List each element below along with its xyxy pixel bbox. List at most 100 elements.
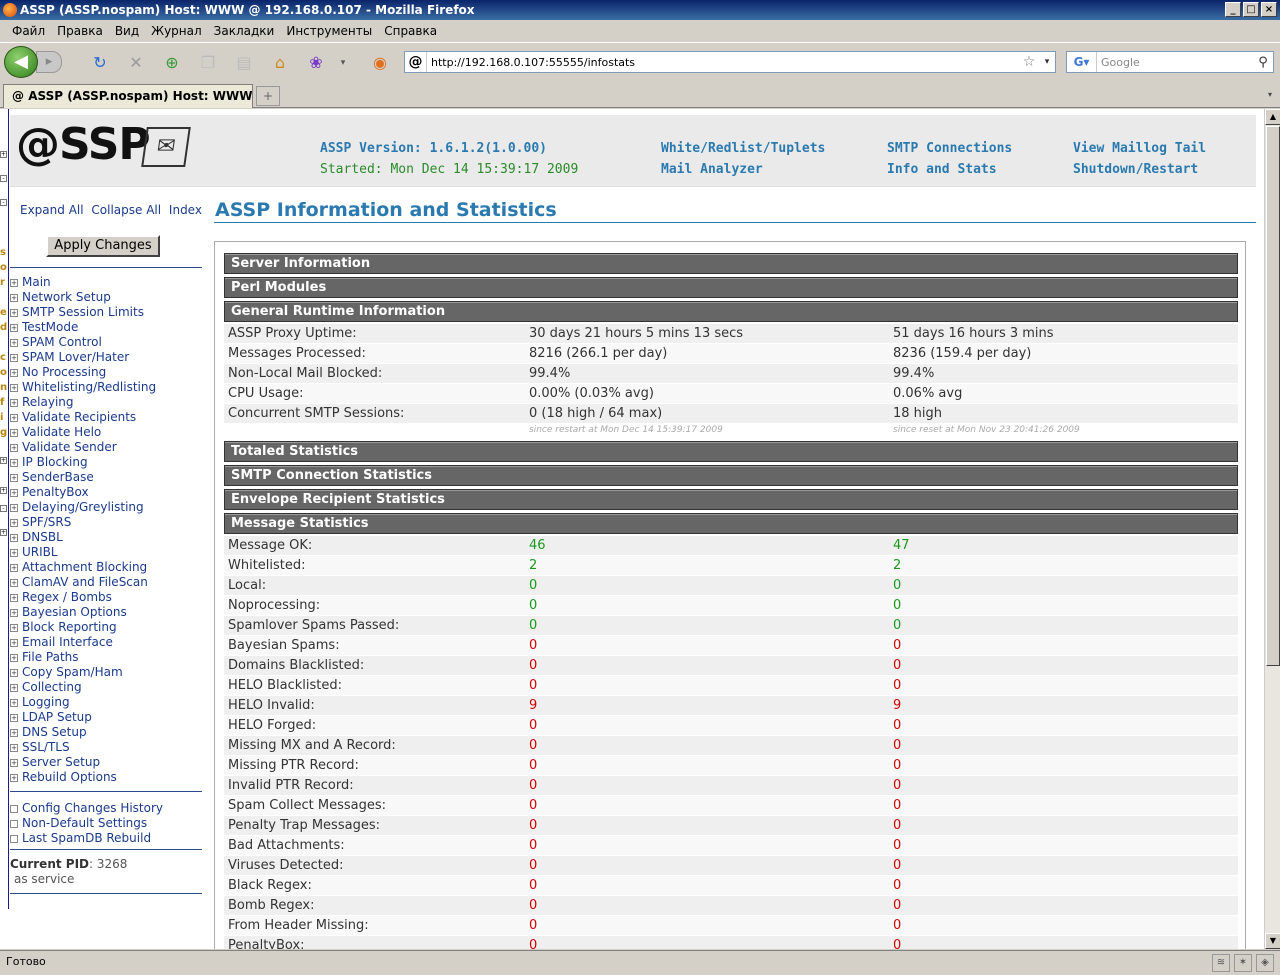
section-smtp-connection-statistics[interactable]: SMTP Connection Statistics <box>224 465 1238 486</box>
index-link[interactable]: Index <box>169 203 202 217</box>
bookmark-star-icon[interactable]: ☆ <box>1019 54 1039 70</box>
new-tab-button[interactable]: + <box>256 86 280 106</box>
nav-item-collecting[interactable]: + Collecting <box>10 680 156 695</box>
nav-item-validate-recipients[interactable]: + Validate Recipients <box>10 410 156 425</box>
expand-icon[interactable]: + <box>10 518 18 527</box>
nav-item-attachment-blocking[interactable]: + Attachment Blocking <box>10 560 156 575</box>
site-identity-icon[interactable]: @ <box>405 52 427 72</box>
expand-icon[interactable]: + <box>10 653 18 662</box>
expand-icon[interactable]: + <box>10 293 18 302</box>
paste-icon[interactable]: ▤ <box>234 53 254 73</box>
addon-dropdown-icon[interactable]: ▾ <box>336 53 350 73</box>
nav-item-bayesian-options[interactable]: + Bayesian Options <box>10 605 156 620</box>
search-engine-icon[interactable]: G▾ <box>1067 52 1097 72</box>
nav-item-ssl-tls[interactable]: + SSL/TLS <box>10 740 156 755</box>
info-status-icon[interactable]: ◈ <box>1256 954 1274 972</box>
back-button[interactable]: ◀ <box>4 46 38 78</box>
menu-view[interactable]: Вид <box>109 24 145 38</box>
non-default-settings-link[interactable]: Non-Default Settings <box>10 816 163 831</box>
expand-icon[interactable]: + <box>10 413 18 422</box>
apply-changes-button[interactable]: Apply Changes <box>46 235 160 257</box>
section-message-statistics[interactable]: Message Statistics <box>224 513 1238 534</box>
nav-item-server-setup[interactable]: + Server Setup <box>10 755 156 770</box>
nav-item-dnsbl[interactable]: + DNSBL <box>10 530 156 545</box>
collapse-all-link[interactable]: Collapse All <box>91 203 161 217</box>
expand-icon[interactable]: + <box>10 308 18 317</box>
url-bar[interactable]: @ http://192.168.0.107:55555/infostats ☆… <box>404 51 1056 73</box>
section-perl-modules[interactable]: Perl Modules <box>224 277 1238 298</box>
config-changes-history-link[interactable]: Config Changes History <box>10 801 163 816</box>
nav-item-validate-helo[interactable]: + Validate Helo <box>10 425 156 440</box>
nav-item-uribl[interactable]: + URIBL <box>10 545 156 560</box>
scroll-thumb[interactable] <box>1266 126 1280 666</box>
url-dropdown-icon[interactable]: ▾ <box>1039 57 1055 67</box>
nav-item-no-processing[interactable]: + No Processing <box>10 365 156 380</box>
addon-status-icon[interactable]: ✶ <box>1234 954 1252 972</box>
expand-icon[interactable]: + <box>10 608 18 617</box>
nav-item-block-reporting[interactable]: + Block Reporting <box>10 620 156 635</box>
expand-icon[interactable]: + <box>10 488 18 497</box>
vertical-scrollbar[interactable]: ▲ ▼ <box>1264 109 1280 949</box>
nav-item-dns-setup[interactable]: + DNS Setup <box>10 725 156 740</box>
expand-icon[interactable]: + <box>10 443 18 452</box>
search-icon[interactable]: ⚲ <box>1253 55 1273 70</box>
expand-icon[interactable]: + <box>10 353 18 362</box>
forward-button[interactable]: ▸ <box>36 51 62 73</box>
expand-icon[interactable]: + <box>10 323 18 332</box>
scroll-up-icon[interactable]: ▲ <box>1265 109 1280 125</box>
home-icon[interactable]: ⌂ <box>270 53 290 73</box>
expand-icon[interactable]: + <box>10 533 18 542</box>
expand-icon[interactable]: + <box>10 683 18 692</box>
rss-icon[interactable]: ◉ <box>370 53 390 73</box>
url-text[interactable]: http://192.168.0.107:55555/infostats <box>427 56 1019 69</box>
nav-item-main[interactable]: + Main <box>10 275 156 290</box>
nav-item-file-paths[interactable]: + File Paths <box>10 650 156 665</box>
menu-edit[interactable]: Правка <box>51 24 109 38</box>
nav-item-validate-sender[interactable]: + Validate Sender <box>10 440 156 455</box>
nav-item-senderbase[interactable]: + SenderBase <box>10 470 156 485</box>
minimize-button[interactable]: _ <box>1225 2 1241 17</box>
mail-analyzer-link[interactable]: Mail Analyzer <box>661 162 763 177</box>
nav-item-whitelisting-redlisting[interactable]: + Whitelisting/Redlisting <box>10 380 156 395</box>
menu-file[interactable]: Файл <box>6 24 51 38</box>
expand-icon[interactable]: + <box>10 338 18 347</box>
new-window-icon[interactable]: ⊕ <box>162 53 182 73</box>
nav-item-delaying-greylisting[interactable]: + Delaying/Greylisting <box>10 500 156 515</box>
close-button[interactable]: × <box>1261 2 1277 17</box>
section-general-runtime[interactable]: General Runtime Information <box>224 301 1238 322</box>
expand-icon[interactable]: + <box>10 473 18 482</box>
nav-item-email-interface[interactable]: + Email Interface <box>10 635 156 650</box>
expand-icon[interactable]: + <box>10 428 18 437</box>
expand-icon[interactable]: + <box>10 458 18 467</box>
expand-icon[interactable]: + <box>10 593 18 602</box>
nav-item-relaying[interactable]: + Relaying <box>10 395 156 410</box>
expand-icon[interactable]: + <box>10 773 18 782</box>
smtp-connections-link[interactable]: SMTP Connections <box>887 141 1012 156</box>
nav-item-spf-srs[interactable]: + SPF/SRS <box>10 515 156 530</box>
expand-all-link[interactable]: Expand All <box>20 203 84 217</box>
nav-item-spam-control[interactable]: + SPAM Control <box>10 335 156 350</box>
strip-toggle-icon[interactable]: + <box>0 529 7 536</box>
expand-icon[interactable]: + <box>10 398 18 407</box>
expand-icon[interactable]: + <box>10 623 18 632</box>
strip-toggle-icon[interactable]: + <box>0 151 7 158</box>
addon-icon[interactable]: ❀ <box>306 53 326 73</box>
menu-bookmarks[interactable]: Закладки <box>208 24 281 38</box>
menu-tools[interactable]: Инструменты <box>280 24 378 38</box>
maillog-tail-link[interactable]: View Maillog Tail <box>1073 141 1206 156</box>
strip-toggle-icon[interactable]: - <box>0 175 7 182</box>
strip-toggle-icon[interactable]: + <box>0 457 7 464</box>
nav-item-logging[interactable]: + Logging <box>10 695 156 710</box>
menu-help[interactable]: Справка <box>378 24 443 38</box>
copy-icon[interactable]: ❐ <box>198 53 218 73</box>
nav-item-network-setup[interactable]: + Network Setup <box>10 290 156 305</box>
nav-item-ip-blocking[interactable]: + IP Blocking <box>10 455 156 470</box>
last-spamdb-rebuild-link[interactable]: Last SpamDB Rebuild <box>10 831 163 846</box>
stop-icon[interactable]: ✕ <box>126 53 146 73</box>
expand-icon[interactable]: + <box>10 368 18 377</box>
nav-item-spam-lover-hater[interactable]: + SPAM Lover/Hater <box>10 350 156 365</box>
shutdown-restart-link[interactable]: Shutdown/Restart <box>1073 162 1198 177</box>
nav-item-rebuild-options[interactable]: + Rebuild Options <box>10 770 156 785</box>
expand-icon[interactable]: + <box>10 383 18 392</box>
nav-item-regex-bombs[interactable]: + Regex / Bombs <box>10 590 156 605</box>
